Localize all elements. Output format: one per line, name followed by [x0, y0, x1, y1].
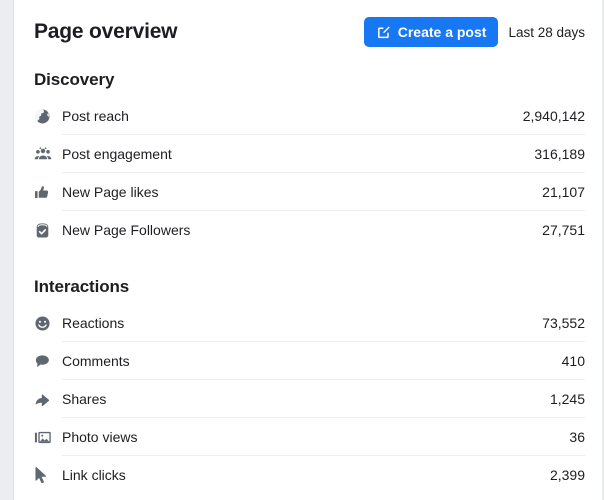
- stat-value: 21,107: [542, 183, 585, 200]
- share-arrow-icon: [34, 391, 62, 408]
- overview-card: Page overview Create a post Last 28 days…: [15, 0, 602, 500]
- stat-body: Comments 410: [62, 342, 585, 380]
- stat-body: Link clicks 2,399: [62, 456, 585, 494]
- stat-row[interactable]: Post reach 2,940,142: [34, 97, 585, 135]
- stat-value: 1,245: [549, 390, 585, 407]
- stat-value: 316,189: [534, 145, 585, 162]
- stat-label: Reactions: [62, 314, 125, 331]
- stat-row[interactable]: Shares 1,245: [34, 380, 585, 418]
- stat-value: 73,552: [542, 314, 585, 331]
- stat-label: Shares: [62, 390, 107, 407]
- date-range-selector[interactable]: Last 28 days: [508, 25, 585, 40]
- thumbs-up-icon: [34, 184, 62, 201]
- stat-row[interactable]: New Page Followers 27,751: [34, 211, 585, 249]
- stat-body: New Page likes 21,107: [62, 173, 585, 211]
- stat-body: New Page Followers 27,751: [62, 211, 585, 249]
- stat-value: 27,751: [542, 222, 585, 238]
- people-icon: [34, 145, 62, 163]
- page-header: Page overview Create a post Last 28 days: [34, 0, 585, 58]
- stat-label: Post engagement: [62, 145, 172, 162]
- stat-row[interactable]: Photo views 36: [34, 418, 585, 456]
- stat-value: 2,940,142: [522, 107, 585, 124]
- stat-body: Post reach 2,940,142: [62, 97, 585, 135]
- page-overview-panel: Page overview Create a post Last 28 days…: [0, 0, 604, 500]
- stat-body: Reactions 73,552: [62, 304, 585, 342]
- follower-check-icon: [34, 222, 62, 239]
- stat-body: Post engagement 316,189: [62, 135, 585, 173]
- stat-body: Shares 1,245: [62, 380, 585, 418]
- stat-row[interactable]: New Page likes 21,107: [34, 173, 585, 211]
- stat-label: New Page likes: [62, 183, 159, 200]
- header-actions: Create a post Last 28 days: [363, 17, 585, 47]
- stat-label: Link clicks: [62, 467, 126, 483]
- speech-bubble-icon: [34, 353, 62, 370]
- stat-value: 410: [561, 352, 585, 369]
- page-title: Page overview: [34, 20, 178, 43]
- stat-row[interactable]: Link clicks 2,399: [34, 456, 585, 494]
- section-title-discovery: Discovery: [34, 70, 115, 89]
- stat-value: 36: [569, 428, 585, 445]
- section-interactions: Interactions Reactions 73,552 Comments 4…: [34, 249, 585, 494]
- stat-label: Comments: [62, 352, 130, 369]
- stat-label: Post reach: [62, 107, 129, 124]
- cursor-icon: [34, 466, 62, 484]
- stat-label: New Page Followers: [62, 222, 191, 238]
- compose-icon: [376, 25, 391, 40]
- globe-icon: [34, 108, 62, 125]
- create-post-button[interactable]: Create a post: [363, 17, 499, 47]
- stat-row[interactable]: Post engagement 316,189: [34, 135, 585, 173]
- photo-icon: [34, 429, 62, 446]
- stat-value: 2,399: [549, 467, 585, 483]
- section-title-interactions: Interactions: [34, 277, 130, 296]
- stat-body: Photo views 36: [62, 418, 585, 456]
- left-gutter-strip: [0, 0, 14, 500]
- stat-label: Photo views: [62, 428, 138, 445]
- section-discovery: Discovery Post reach 2,940,142 Post enga…: [34, 58, 585, 249]
- smiley-icon: [34, 315, 62, 332]
- create-post-label: Create a post: [397, 24, 487, 40]
- stat-row[interactable]: Reactions 73,552: [34, 304, 585, 342]
- stat-row[interactable]: Comments 410: [34, 342, 585, 380]
